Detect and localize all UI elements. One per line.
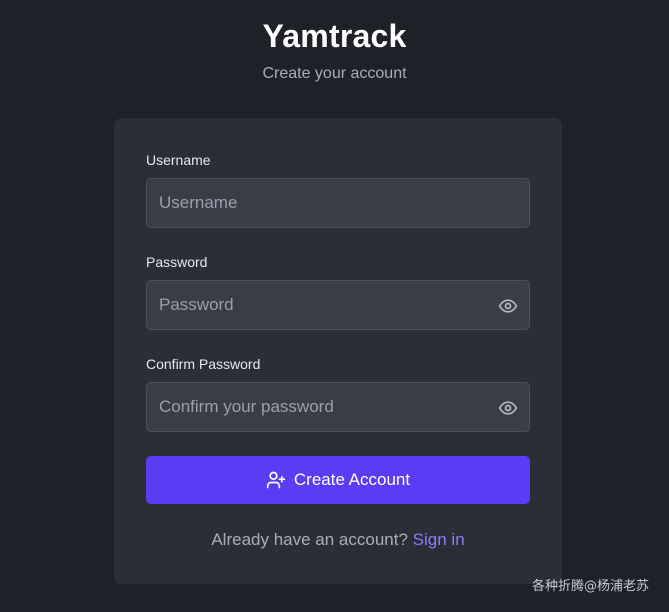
signup-form: Username Password Confirm Password: [114, 118, 562, 584]
confirm-password-input[interactable]: [147, 383, 529, 431]
user-plus-icon: [266, 470, 286, 490]
confirm-password-field-wrapper: [146, 382, 530, 432]
page-subtitle: Create your account: [262, 65, 407, 82]
confirm-password-label: Confirm Password: [146, 356, 261, 372]
create-account-label: Create Account: [293, 470, 411, 489]
confirm-password-visibility-toggle[interactable]: [497, 397, 519, 419]
password-input[interactable]: [147, 281, 529, 329]
username-label: Username: [146, 152, 211, 168]
signin-prompt: Already have an account? Sign in: [114, 530, 562, 550]
create-account-button[interactable]: Create Account: [146, 456, 530, 504]
password-label: Password: [146, 254, 208, 270]
signin-prompt-text: Already have an account?: [211, 530, 408, 549]
username-input[interactable]: [147, 179, 529, 227]
watermark-text: 各种折腾@杨浦老苏: [531, 579, 649, 594]
app-title: Yamtrack: [262, 18, 407, 54]
signup-page: Yamtrack Create your account Username Pa…: [0, 0, 669, 612]
signin-link[interactable]: Sign in: [413, 530, 465, 549]
eye-icon: [498, 401, 518, 415]
password-field-wrapper: [146, 280, 530, 330]
username-field-wrapper: [146, 178, 530, 228]
password-visibility-toggle[interactable]: [497, 295, 519, 317]
eye-icon: [498, 299, 518, 313]
